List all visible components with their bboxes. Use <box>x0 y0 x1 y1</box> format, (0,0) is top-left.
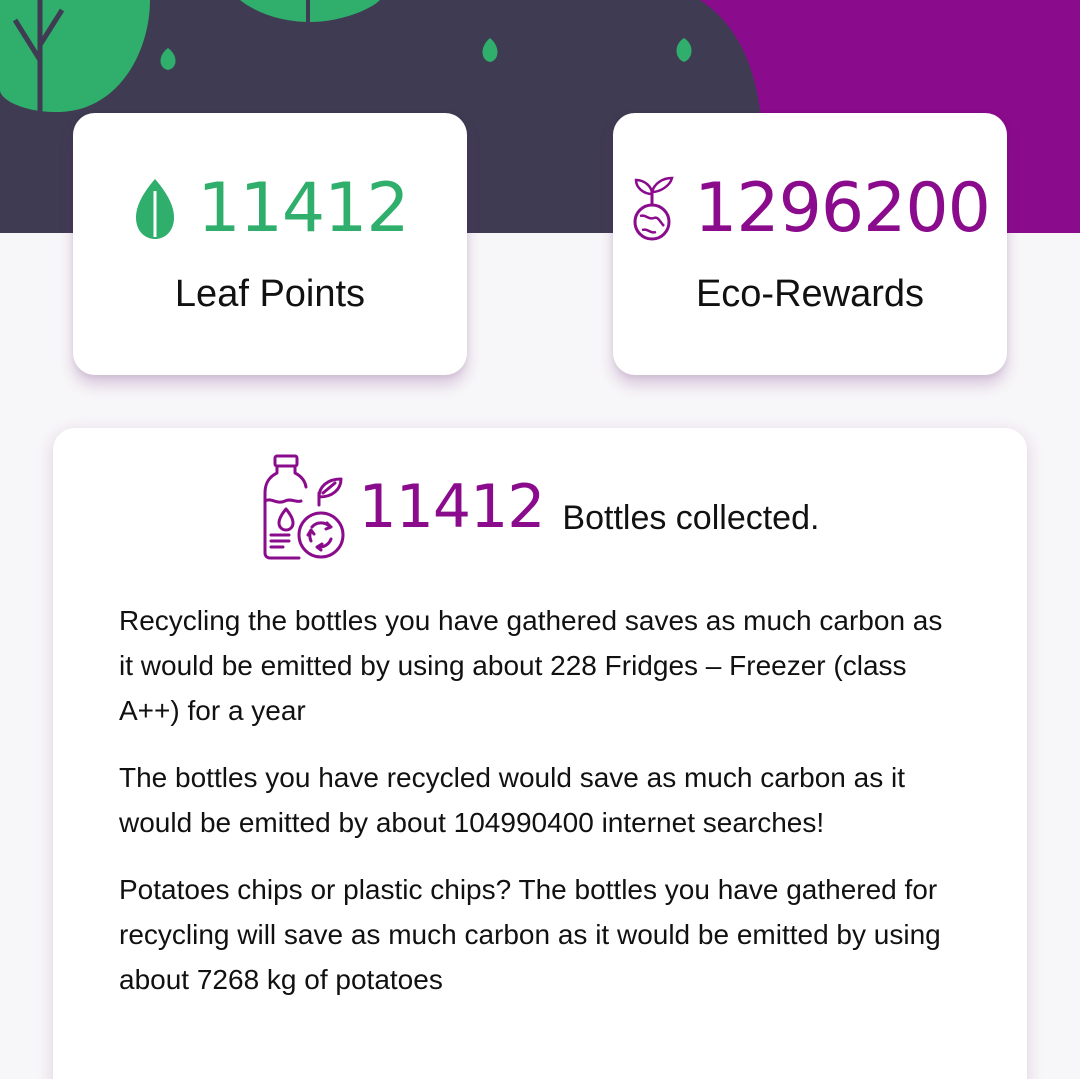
leaf-points-label: Leaf Points <box>174 273 366 315</box>
eco-rewards-row: 1296200 <box>613 169 1007 249</box>
bottles-info-card: 11412 Bottles collected. Recycling the b… <box>53 428 1027 1079</box>
leaf-icon <box>131 177 179 241</box>
bottles-count: 11412 <box>358 472 546 542</box>
fact-fridges: Recycling the bottles you have gathered … <box>119 605 943 726</box>
eco-rewards-value: 1296200 <box>694 169 991 248</box>
leaf-points-card[interactable]: 11412 Leaf Points <box>73 113 467 375</box>
fact-potatoes: Potatoes chips or plastic chips? The bot… <box>119 874 941 995</box>
carbon-facts: Recycling the bottles you have gathered … <box>119 598 959 1024</box>
leaf-points-row: 11412 <box>73 169 467 249</box>
fact-internet-searches: The bottles you have recycled would save… <box>119 762 905 838</box>
bottles-summary: 11412 Bottles collected. <box>53 452 1027 562</box>
bottle-recycle-icon <box>261 453 347 561</box>
eco-rewards-label: Eco-Rewards <box>695 273 925 315</box>
bottles-label: Bottles collected. <box>562 498 820 537</box>
eco-rewards-card[interactable]: 1296200 Eco-Rewards <box>613 113 1007 375</box>
leaf-points-value: 11412 <box>197 169 409 248</box>
rewards-screen: 11412 Leaf Points 1296200 Eco-Rewards 11… <box>0 0 1080 1079</box>
eco-globe-plant-icon <box>630 176 676 242</box>
